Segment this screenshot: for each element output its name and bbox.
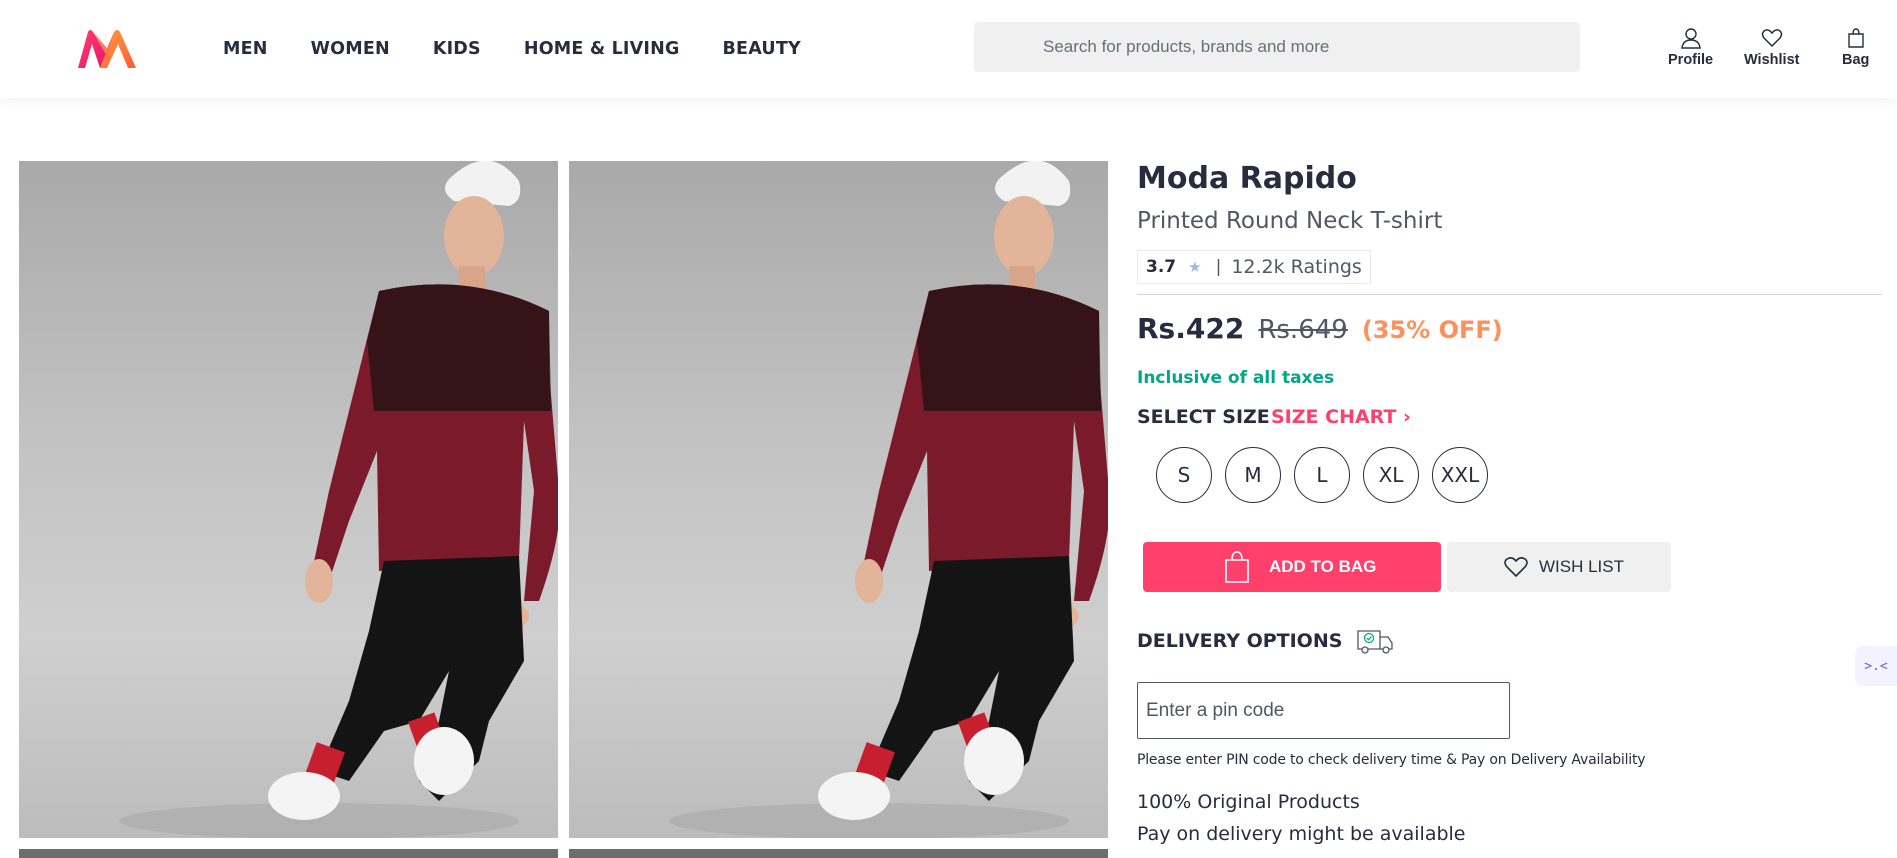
chat-icon: >.< xyxy=(1864,658,1888,674)
bag-icon xyxy=(1848,28,1864,48)
size-option-xxl[interactable]: XXL xyxy=(1432,447,1488,503)
product-image-1[interactable] xyxy=(19,161,558,838)
size-options: S M L XL XXL xyxy=(1156,447,1501,503)
selling-price: Rs.422 xyxy=(1137,312,1245,345)
add-to-bag-button[interactable]: ADD TO BAG xyxy=(1143,542,1441,592)
bag-label: Bag xyxy=(1842,52,1870,68)
product-brand: Moda Rapido xyxy=(1137,161,1357,196)
profile-label: Profile xyxy=(1668,52,1714,68)
search-bar xyxy=(974,22,1580,72)
nav-home-living[interactable]: HOME & LIVING xyxy=(524,39,680,59)
divider xyxy=(1137,294,1882,295)
rating-value: 3.7 xyxy=(1146,257,1177,277)
product-image-3[interactable] xyxy=(19,849,558,858)
bag-header-button[interactable]: Bag xyxy=(1842,27,1869,68)
price-row: Rs.422 Rs.649 (35% OFF) xyxy=(1137,312,1503,345)
pincode-input[interactable] xyxy=(1138,683,1509,738)
main-nav: MEN WOMEN KIDS HOME & LIVING BEAUTY xyxy=(223,0,844,98)
nav-beauty[interactable]: BEAUTY xyxy=(723,39,801,59)
profile-icon xyxy=(1680,28,1701,49)
model-figure xyxy=(119,161,558,838)
search-input[interactable] xyxy=(974,22,1580,72)
feature-original: 100% Original Products xyxy=(1137,791,1360,813)
wishlist-button-label: WISH LIST xyxy=(1539,557,1625,576)
discount-label: (35% OFF) xyxy=(1361,316,1503,344)
pincode-field xyxy=(1137,682,1510,739)
size-option-s[interactable]: S xyxy=(1156,447,1212,503)
search-icon xyxy=(998,39,1014,55)
pincode-note: Please enter PIN code to check delivery … xyxy=(1137,752,1646,768)
size-chart-link[interactable]: SIZE CHART › xyxy=(1271,406,1411,428)
feature-pay-on-delivery: Pay on delivery might be available xyxy=(1137,823,1466,845)
add-to-bag-label: ADD TO BAG xyxy=(1269,557,1377,576)
model-figure xyxy=(669,161,1108,838)
star-icon: ★ xyxy=(1188,258,1202,276)
rating-count: 12.2k Ratings xyxy=(1231,256,1362,278)
nav-kids[interactable]: KIDS xyxy=(433,39,481,59)
rating-badge[interactable]: 3.7 ★ | 12.2k Ratings xyxy=(1137,250,1371,284)
nav-men[interactable]: MEN xyxy=(223,39,268,59)
heart-icon xyxy=(1761,29,1782,48)
wishlist-label: Wishlist xyxy=(1744,52,1800,68)
rating-separator: | xyxy=(1215,257,1222,277)
size-chart-label: SIZE CHART xyxy=(1271,406,1397,428)
product-image-4[interactable] xyxy=(569,849,1108,858)
size-option-xl[interactable]: XL xyxy=(1363,447,1419,503)
size-option-l[interactable]: L xyxy=(1294,447,1350,503)
chat-widget-button[interactable]: >.< xyxy=(1855,646,1897,686)
product-image-2[interactable] xyxy=(569,161,1108,838)
wishlist-header-button[interactable]: Wishlist xyxy=(1744,27,1799,68)
size-option-m[interactable]: M xyxy=(1225,447,1281,503)
myntra-logo[interactable] xyxy=(76,28,138,70)
bag-icon xyxy=(1225,551,1249,583)
delivery-options-label: DELIVERY OPTIONS xyxy=(1137,630,1343,652)
select-size-title: SELECT SIZE xyxy=(1137,406,1270,428)
wishlist-button[interactable]: WISH LIST xyxy=(1447,542,1671,592)
delivery-truck-icon xyxy=(1357,630,1394,654)
delivery-options-title: DELIVERY OPTIONS xyxy=(1137,627,1394,655)
nav-women[interactable]: WOMEN xyxy=(311,39,390,59)
chevron-right-icon: › xyxy=(1403,406,1411,428)
heart-icon xyxy=(1504,557,1528,578)
profile-button[interactable]: Profile xyxy=(1668,27,1713,68)
tax-note: Inclusive of all taxes xyxy=(1137,368,1335,388)
mrp-price: Rs.649 xyxy=(1258,315,1348,345)
product-name: Printed Round Neck T-shirt xyxy=(1137,208,1443,234)
header: MEN WOMEN KIDS HOME & LIVING BEAUTY Prof… xyxy=(0,0,1897,98)
